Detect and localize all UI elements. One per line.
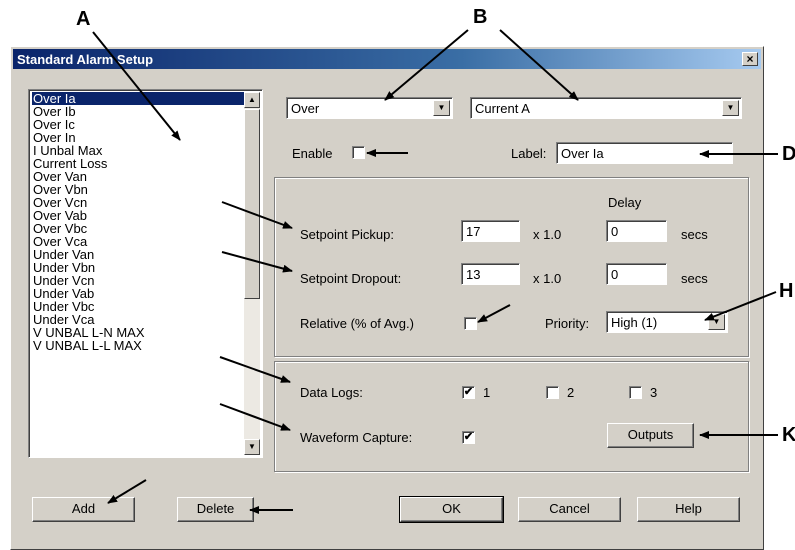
priority-label: Priority: [545,316,590,331]
alarm-list[interactable]: Over Ia Over Ib Over Ic Over In I Unbal Max C… [28,89,263,458]
data-log-3-label: 3 [650,385,658,400]
label-field-label: Label: [511,146,547,161]
check-icon: ✔ [463,431,474,443]
relative-label: Relative (% of Avg.) [300,316,414,331]
alarm-setup-dialog: Standard Alarm Setup × Over Ia Over Ib Ove… [10,46,764,550]
pickup-multiplier: x 1.0 [533,227,562,242]
delay-header: Delay [608,195,642,210]
condition-dropdown-button[interactable]: ▼ [433,100,450,116]
scroll-down-icon: ▼ [248,442,256,451]
pickup-delay-input[interactable]: 0 [606,220,667,242]
waveform-capture-checkbox[interactable]: ✔ [462,431,475,444]
condition-select-value: Over [291,101,320,116]
alarm-list-scrollbar[interactable]: ▲ ▼ [244,92,260,455]
setpoint-pickup-value: 17 [466,224,481,239]
close-button[interactable]: × [742,52,758,66]
setpoint-dropout-label: Setpoint Dropout: [300,271,402,286]
title-bar[interactable]: Standard Alarm Setup × [13,49,761,69]
callout-a: A [76,8,91,30]
chevron-down-icon: ▼ [712,317,721,326]
setpoint-dropout-input[interactable]: 13 [461,263,520,285]
pickup-delay-value: 0 [611,224,619,239]
logging-group [274,361,749,472]
close-icon: × [746,52,754,66]
priority-select-value: High (1) [611,315,658,330]
chevron-down-icon: ▼ [726,103,735,112]
alarm-list-item[interactable]: V UNBAL L-L MAX [32,339,245,352]
enable-label: Enable [292,146,333,161]
data-log-2-label: 2 [567,385,575,400]
setpoint-pickup-input[interactable]: 17 [461,220,520,242]
quantity-select[interactable]: Current A ▼ [470,97,742,119]
label-input[interactable]: Over Ia [556,142,733,164]
quantity-select-value: Current A [475,101,530,116]
callout-h: H [779,280,794,302]
data-log-3-checkbox[interactable] [629,386,642,399]
priority-dropdown-button[interactable]: ▼ [708,314,725,330]
chevron-down-icon: ▼ [437,103,446,112]
priority-select[interactable]: High (1) ▼ [606,311,728,333]
add-button[interactable]: Add [32,497,135,522]
pickup-delay-unit: secs [681,227,708,242]
enable-checkbox[interactable] [352,146,365,159]
window-title: Standard Alarm Setup [17,52,154,67]
callout-b: B [473,6,488,28]
ok-button[interactable]: OK [399,496,504,523]
scroll-up-button[interactable]: ▲ [244,92,260,108]
callout-k: K [782,424,795,446]
callout-d: D [782,143,795,165]
label-input-value: Over Ia [561,146,604,161]
help-button[interactable]: Help [637,497,740,522]
data-log-2-checkbox[interactable] [546,386,559,399]
data-log-1-label: 1 [483,385,491,400]
condition-select[interactable]: Over ▼ [286,97,453,119]
relative-checkbox[interactable] [464,317,477,330]
setpoint-dropout-value: 13 [466,267,481,282]
dropout-delay-unit: secs [681,271,708,286]
outputs-button[interactable]: Outputs [607,423,694,448]
dropout-delay-input[interactable]: 0 [606,263,667,285]
dropout-delay-value: 0 [611,267,619,282]
quantity-dropdown-button[interactable]: ▼ [722,100,739,116]
cancel-button[interactable]: Cancel [518,497,621,522]
scroll-thumb[interactable] [244,109,260,299]
dropout-multiplier: x 1.0 [533,271,562,286]
delete-button[interactable]: Delete [177,497,254,522]
alarm-list-items: Over Ia Over Ib Over Ic Over In I Unbal Max C… [31,91,246,352]
scroll-down-button[interactable]: ▼ [244,439,260,455]
setpoint-pickup-label: Setpoint Pickup: [300,227,394,242]
waveform-capture-label: Waveform Capture: [300,430,413,445]
data-log-1-checkbox[interactable]: ✔ [462,386,475,399]
scroll-up-icon: ▲ [248,95,256,104]
data-logs-label: Data Logs: [300,385,363,400]
check-icon: ✔ [463,386,474,398]
